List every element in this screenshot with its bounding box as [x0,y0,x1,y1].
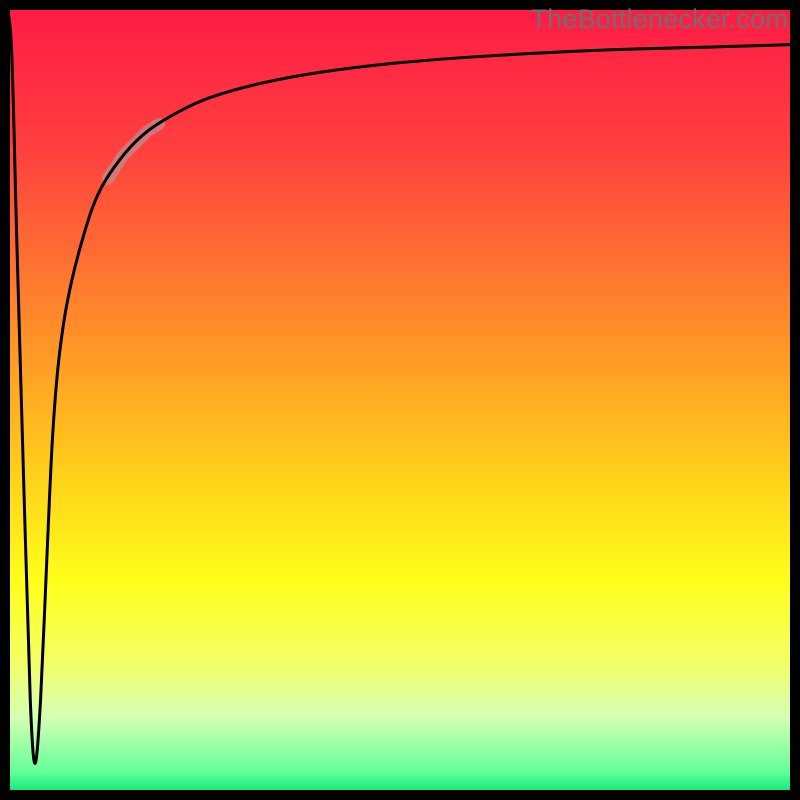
chart-stage: TheBottleneсker.com [0,0,800,800]
gradient-background [5,5,795,795]
bottleneck-chart [0,0,800,800]
